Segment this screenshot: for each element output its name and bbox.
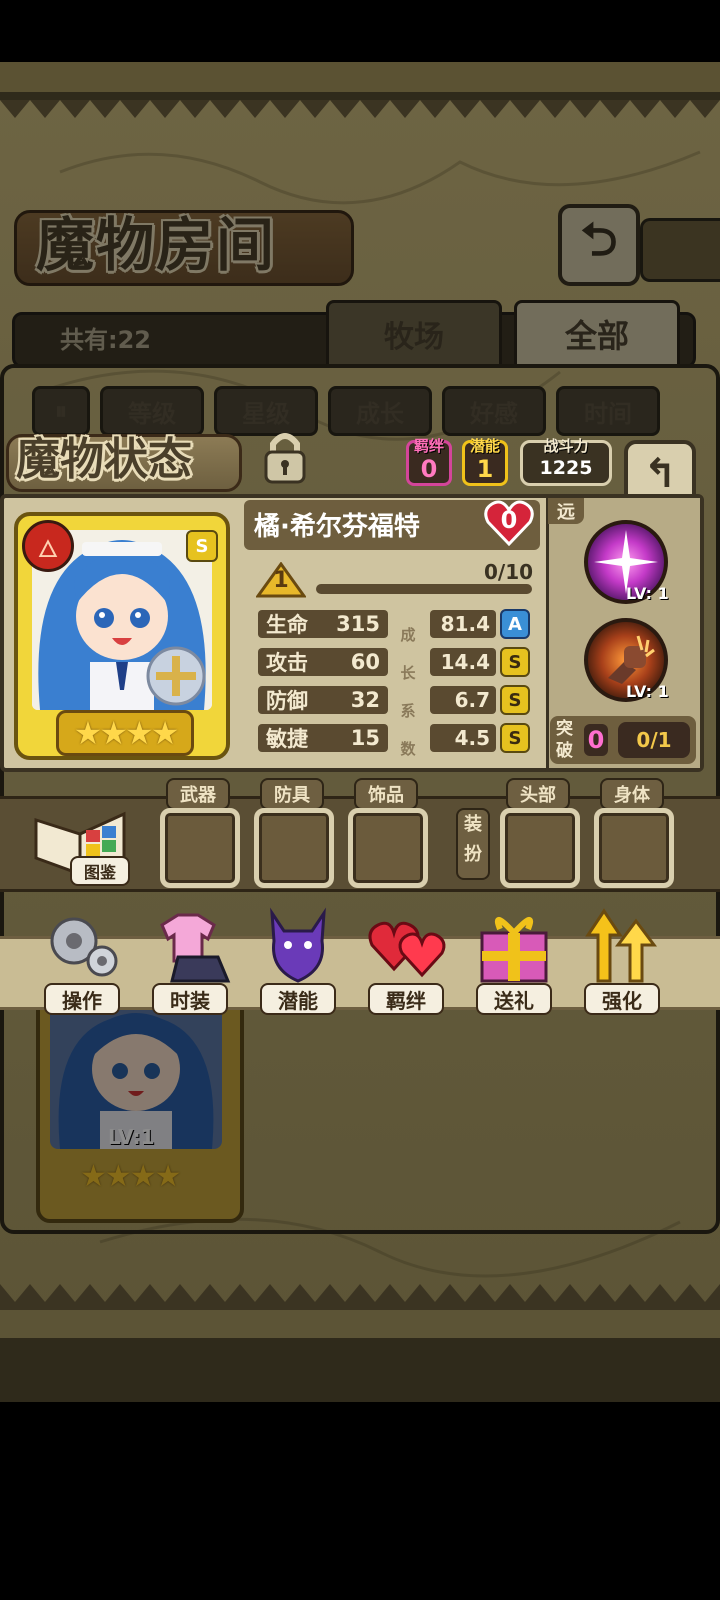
growth-hp: 81.4 — [430, 610, 496, 638]
slot-body-label: 身体 — [600, 778, 664, 810]
codex-button[interactable]: 图鉴 — [30, 806, 130, 886]
potential-value: 1 — [476, 455, 494, 483]
bottom-border — [0, 1284, 720, 1310]
bg-card-level: LV:1 — [108, 1125, 155, 1149]
stat-attack: 攻击 60 — [258, 648, 388, 676]
status-title-plate: 魔物状态 — [6, 428, 242, 492]
stat-agility: 敏捷 15 — [258, 724, 388, 752]
status-title: 魔物状态 — [16, 434, 192, 485]
slot-armor-label: 防具 — [260, 778, 324, 810]
room-side-tab — [640, 218, 720, 282]
breakthrough-box: 突破 0 0/1 — [550, 716, 696, 764]
monster-name: 橘·希尔芬福特 — [254, 512, 420, 542]
power-value: 1225 — [539, 457, 593, 479]
sort-affection-button[interactable]: 好感 — [442, 386, 546, 436]
action-bond-button[interactable]: 羁绊 — [364, 905, 448, 1015]
sort-time-button[interactable]: 时间 — [556, 386, 660, 436]
skill-1-level: LV: 1 — [626, 584, 669, 603]
slot-weapon[interactable] — [160, 808, 240, 888]
action-potential-button[interactable]: 潜能 — [256, 905, 340, 1015]
affection-heart: 0 — [484, 500, 534, 547]
back-arrow-icon: ⮌ — [580, 212, 618, 266]
grade-agility-badge: S — [500, 723, 530, 753]
action-gift-button[interactable]: 送礼 — [472, 905, 556, 1015]
outfit-icon — [160, 913, 231, 983]
skill-2-level: LV: 1 — [626, 682, 669, 701]
growth-side-label: 成长系数 — [400, 626, 416, 758]
monster-card-bg[interactable]: LV:1 ★★★★ — [36, 985, 244, 1223]
room-title: 魔物房间 — [36, 211, 277, 279]
action-outfit-button[interactable]: 时装 — [148, 905, 232, 1015]
slot-accessory-label: 饰品 — [354, 778, 418, 810]
room-back-button[interactable]: ⮌ — [558, 204, 640, 286]
demon-icon — [270, 907, 326, 983]
breakthrough-value: 0 — [584, 724, 608, 756]
fire-element-icon: 🜂 — [22, 520, 74, 572]
exp-bar — [316, 584, 532, 594]
range-badge: 远 — [548, 498, 584, 524]
sort-toggle-icon: ⏸ — [55, 397, 67, 425]
power-badge: 战斗力 1225 — [520, 437, 612, 486]
monster-card[interactable]: 🜂 S ★★★★ — [14, 512, 230, 760]
dress-label: 装扮 — [456, 808, 490, 880]
star-rating: ★★★★ — [56, 710, 194, 756]
total-count: 共有:22 — [60, 326, 151, 354]
grade-defense-badge: S — [500, 685, 530, 715]
growth-defense: 6.7 — [430, 686, 496, 714]
grade-attack-badge: S — [500, 647, 530, 677]
action-operate-button[interactable]: 操作 — [40, 905, 124, 1015]
hearts-icon — [368, 921, 446, 978]
stat-defense: 防御 32 — [258, 686, 388, 714]
back-arrow-icon: ↰ — [643, 451, 677, 497]
action-upgrade-button[interactable]: 强化 — [580, 905, 664, 1015]
stat-hp: 生命 315 — [258, 610, 388, 638]
growth-attack: 14.4 — [430, 648, 496, 676]
slot-head-label: 头部 — [506, 778, 570, 810]
padlock-icon — [264, 433, 306, 484]
gift-icon — [480, 917, 548, 983]
top-border — [0, 92, 720, 118]
tab-ranch[interactable]: 牧场 — [326, 300, 502, 368]
potential-badge: 潜能 1 — [462, 437, 508, 486]
slot-weapon-label: 武器 — [166, 778, 230, 810]
bottom-bar — [0, 1338, 720, 1402]
lock-button[interactable] — [260, 428, 310, 486]
grade-hp-badge: A — [500, 609, 530, 639]
slot-head[interactable] — [500, 808, 580, 888]
upgrade-arrows-icon — [585, 908, 657, 983]
tab-all[interactable]: 全部 — [514, 300, 680, 368]
grade-badge: S — [186, 530, 218, 562]
level-badge: 1 — [255, 561, 307, 598]
codex-label: 图鉴 — [70, 856, 130, 886]
growth-agility: 4.5 — [430, 724, 496, 752]
breakthrough-label: 突破 — [556, 719, 573, 761]
slot-armor[interactable] — [254, 808, 334, 888]
slot-accessory[interactable] — [348, 808, 428, 888]
breakthrough-progress: 0/1 — [618, 722, 690, 758]
bond-value: 0 — [420, 455, 438, 483]
bg-card-stars: ★★★★ — [80, 1159, 182, 1194]
bond-badge: 羁绊 0 — [406, 437, 452, 486]
exp-text: 0/10 — [484, 560, 534, 584]
sort-growth-button[interactable]: 成长 — [328, 386, 432, 436]
slot-body[interactable] — [594, 808, 674, 888]
gear-icon — [50, 917, 118, 977]
